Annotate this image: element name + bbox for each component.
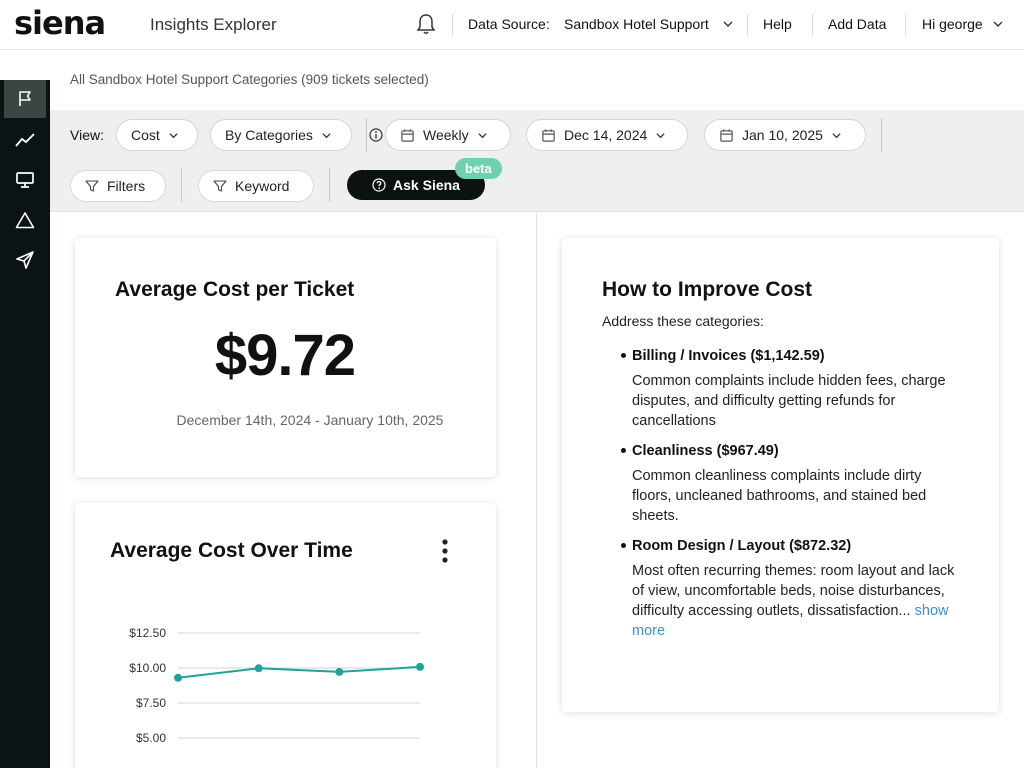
- chevron-down-icon[interactable]: [992, 18, 1004, 30]
- category-description-text: Most often recurring themes: room layout…: [632, 563, 955, 619]
- category-heading: Billing / Invoices ($1,142.59): [632, 348, 825, 364]
- list-item: Room Design / Layout ($872.32) Most ofte…: [602, 536, 962, 641]
- data-point[interactable]: [254, 664, 263, 673]
- start-date-picker[interactable]: Dec 14, 2024: [526, 119, 688, 151]
- ask-siena-label: Ask Siena: [393, 177, 460, 193]
- view-label: View:: [70, 127, 104, 143]
- grouping-select[interactable]: By Categories: [210, 119, 352, 151]
- app-title: Insights Explorer: [150, 15, 277, 34]
- improve-card: How to Improve Cost Address these catego…: [562, 238, 999, 712]
- grouping-select-value: By Categories: [225, 127, 313, 143]
- y-tick-label: $5.00: [136, 731, 166, 745]
- trend-line-icon: [15, 133, 35, 147]
- end-date-value: Jan 10, 2025: [742, 127, 823, 143]
- filters-button-label: Filters: [107, 178, 146, 194]
- flag-icon: [19, 91, 31, 106]
- kpi-value: $9.72: [214, 323, 356, 388]
- header-divider: [905, 14, 906, 36]
- warning-triangle-icon: [15, 212, 35, 229]
- chevron-down-icon[interactable]: [722, 18, 734, 30]
- data-point[interactable]: [174, 673, 182, 682]
- data-point[interactable]: [416, 662, 424, 671]
- kpi-card: Average Cost per Ticket $9.72 December 1…: [75, 238, 496, 477]
- interval-select[interactable]: Weekly: [385, 119, 511, 151]
- sidebar: [0, 80, 50, 768]
- chevron-down-icon: [478, 132, 487, 138]
- data-source-label: Data Source:: [468, 16, 550, 32]
- category-description: Common cleanliness complaints include di…: [632, 468, 927, 524]
- bell-icon[interactable]: [416, 13, 436, 35]
- kpi-date-range: December 14th, 2024 - January 10th, 2025: [176, 412, 444, 428]
- y-tick-label: $7.50: [136, 696, 166, 710]
- sidebar-item-send[interactable]: [4, 241, 46, 279]
- data-point[interactable]: [335, 667, 344, 676]
- category-description: Most often recurring themes: room layout…: [632, 561, 962, 641]
- chart-title: Average Cost Over Time: [110, 539, 353, 562]
- improve-list: Billing / Invoices ($1,142.59) Common co…: [602, 346, 962, 651]
- header-divider: [452, 14, 453, 36]
- filters-button[interactable]: Filters: [70, 170, 166, 202]
- filter-divider: [329, 168, 330, 202]
- chevron-down-icon: [169, 132, 178, 138]
- calendar-icon: [720, 128, 733, 142]
- add-data-button[interactable]: Add Data: [828, 16, 886, 32]
- send-icon: [16, 251, 34, 269]
- filter-divider: [881, 118, 882, 152]
- end-date-picker[interactable]: Jan 10, 2025: [704, 119, 866, 151]
- funnel-icon: [213, 180, 227, 192]
- line-chart: $12.50 $10.00 $7.50 $5.00: [129, 626, 424, 745]
- category-heading: Cleanliness ($967.49): [632, 443, 779, 459]
- sidebar-item-alerts[interactable]: [4, 201, 46, 239]
- user-menu[interactable]: Hi george: [922, 16, 983, 32]
- improve-subtitle: Address these categories:: [602, 313, 764, 329]
- list-item: Cleanliness ($967.49) Common cleanliness…: [602, 441, 962, 526]
- improve-title: How to Improve Cost: [602, 278, 813, 301]
- top-header: siena Insights Explorer Data Source: San…: [0, 0, 1024, 50]
- sidebar-item-trends[interactable]: [4, 121, 46, 159]
- filter-divider: [181, 168, 182, 202]
- sidebar-item-flag[interactable]: [4, 80, 46, 118]
- y-tick-label: $12.50: [129, 626, 166, 640]
- start-date-value: Dec 14, 2024: [564, 127, 648, 143]
- kpi-title: Average Cost per Ticket: [115, 278, 355, 301]
- category-description: Common complaints include hidden fees, c…: [632, 373, 946, 429]
- bullet: [621, 448, 626, 453]
- filter-divider: [366, 118, 367, 152]
- y-tick-label: $10.00: [129, 661, 166, 675]
- trend-card: Average Cost Over Time $12.50 $10.00 $7.50…: [75, 503, 496, 768]
- header-divider: [747, 14, 748, 36]
- metric-select-value: Cost: [131, 127, 160, 143]
- selection-summary: All Sandbox Hotel Support Categories (90…: [70, 72, 429, 87]
- beta-badge: beta: [455, 158, 502, 179]
- calendar-icon: [401, 128, 414, 142]
- chevron-down-icon: [656, 132, 665, 138]
- category-heading: Room Design / Layout ($872.32): [632, 538, 852, 554]
- data-source-select[interactable]: Sandbox Hotel Support: [564, 16, 709, 32]
- bullet: [621, 353, 626, 358]
- header-divider: [812, 14, 813, 36]
- column-divider: [536, 213, 537, 768]
- sidebar-item-monitor[interactable]: [4, 161, 46, 199]
- list-item: Billing / Invoices ($1,142.59) Common co…: [602, 346, 962, 431]
- content-area: Average Cost per Ticket $9.72 December 1…: [50, 213, 1024, 768]
- chevron-down-icon: [832, 132, 841, 138]
- chevron-down-icon: [322, 132, 331, 138]
- question-circle-icon: [372, 178, 386, 192]
- keyword-button-label: Keyword: [235, 178, 290, 194]
- bullet: [621, 543, 626, 548]
- metric-select[interactable]: Cost: [116, 119, 198, 151]
- filter-bar: View: Cost By Categories Weekly Dec 14, …: [50, 110, 1024, 212]
- funnel-icon: [85, 180, 99, 192]
- series-line: [177, 665, 421, 679]
- help-link[interactable]: Help: [763, 16, 792, 32]
- info-icon[interactable]: [369, 128, 383, 142]
- monitor-icon: [16, 172, 34, 188]
- calendar-icon: [542, 128, 555, 142]
- siena-logo[interactable]: siena: [14, 4, 106, 42]
- more-options-icon[interactable]: [439, 537, 451, 565]
- keyword-button[interactable]: Keyword: [198, 170, 314, 202]
- interval-select-value: Weekly: [423, 127, 469, 143]
